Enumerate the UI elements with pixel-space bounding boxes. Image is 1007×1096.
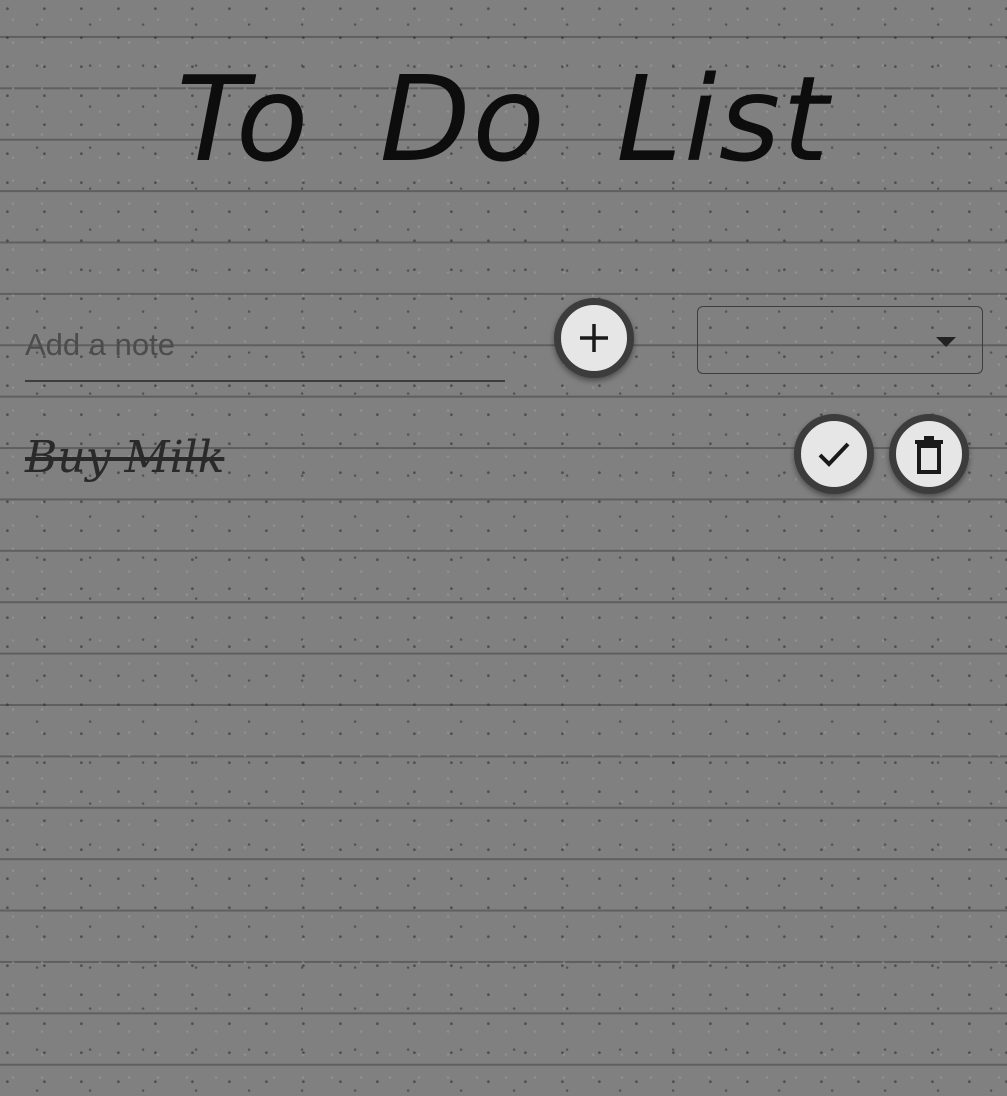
delete-todo-button[interactable] bbox=[889, 414, 969, 494]
check-icon bbox=[818, 442, 850, 467]
add-note-button[interactable] bbox=[554, 298, 634, 378]
filter-select[interactable] bbox=[697, 306, 983, 374]
complete-todo-button[interactable] bbox=[794, 414, 874, 494]
plus-icon bbox=[580, 324, 608, 352]
chevron-down-icon bbox=[936, 337, 956, 347]
add-note-input[interactable] bbox=[25, 318, 505, 372]
page-title: To Do List bbox=[176, 50, 831, 188]
note-input-container bbox=[25, 318, 505, 382]
todo-item-text: Buy Milk bbox=[25, 432, 225, 483]
trash-icon bbox=[915, 436, 943, 474]
